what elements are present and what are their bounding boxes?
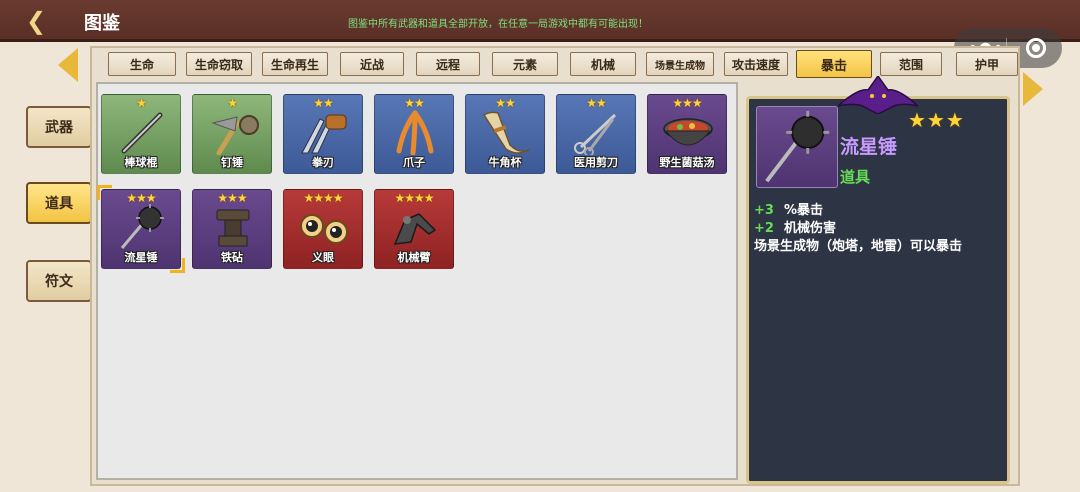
claw-icon xyxy=(396,110,434,155)
stat-value: +2 xyxy=(754,221,774,236)
page-title: 图鉴 xyxy=(84,13,120,34)
item-name: 棒球棍 xyxy=(124,156,158,169)
rarity-stars: ★ xyxy=(227,96,238,110)
item-card[interactable]: ★★ 爪子 xyxy=(374,94,454,174)
rarity-stars: ★ xyxy=(136,96,147,110)
meteor-hammer-icon xyxy=(120,204,164,249)
item-name: 铁砧 xyxy=(221,251,243,264)
item-card[interactable]: ★★ 牛角杯 xyxy=(465,94,545,174)
item-card[interactable]: ★★★★ 义眼 xyxy=(283,189,363,269)
item-card[interactable]: ★★★ 铁砧 xyxy=(192,189,272,269)
stat-text: %暴击 xyxy=(783,203,823,218)
tab-range[interactable]: 范围 xyxy=(880,52,942,76)
notice-text: 图鉴中所有武器和道具全部开放，在任意一局游戏中都有可能出现！ xyxy=(348,19,648,30)
prosthetic-eye-icon xyxy=(300,214,348,244)
item-name: 牛角杯 xyxy=(488,156,522,169)
side-tab-runes[interactable]: 符文 xyxy=(26,260,92,302)
item-card[interactable]: ★★ 医用剪刀 xyxy=(556,94,636,174)
detail-item-image xyxy=(756,106,838,188)
tab-ranged[interactable]: 远程 xyxy=(416,52,480,76)
item-card[interactable]: ★★★★ 机械臂 xyxy=(374,189,454,269)
item-name: 爪子 xyxy=(403,156,425,169)
back-arrow-icon[interactable]: ❮ xyxy=(26,8,52,34)
item-card[interactable]: ★★★ 野生菌菇汤 xyxy=(647,94,727,174)
stat-line: +3 %暴击 xyxy=(754,199,823,218)
stat-line: +2 机械伤害 xyxy=(754,217,836,236)
demon-crest-icon xyxy=(838,76,918,114)
mushroom-soup-icon xyxy=(663,118,713,146)
tab-armor[interactable]: 护甲 xyxy=(956,52,1018,76)
rarity-stars: ★★ xyxy=(404,96,425,110)
detail-item-type: 道具 xyxy=(840,168,871,186)
detail-item-name: 流星锤 xyxy=(840,136,898,158)
meteor-hammer-icon xyxy=(765,110,830,183)
rarity-stars: ★★★ xyxy=(217,191,247,205)
item-name: 义眼 xyxy=(312,251,334,264)
item-name: 医用剪刀 xyxy=(574,156,618,169)
baseball-bat-icon xyxy=(121,112,163,154)
item-card[interactable]: ★★ 拳刃 xyxy=(283,94,363,174)
horn-cup-icon xyxy=(482,111,531,154)
tab-mechanical[interactable]: 机械 xyxy=(570,52,636,76)
detail-description: 场景生成物（炮塔，地雷）可以暴击 xyxy=(754,239,963,254)
mace-hammer-icon xyxy=(211,115,259,155)
tab-regen[interactable]: 生命再生 xyxy=(262,52,328,76)
rarity-stars: ★★★ xyxy=(126,191,156,205)
tab-element[interactable]: 元素 xyxy=(492,52,558,76)
anvil-icon xyxy=(216,209,250,247)
rarity-stars: ★★ xyxy=(495,96,516,110)
item-name: 钉锤 xyxy=(221,156,243,169)
item-name: 野生菌菇汤 xyxy=(659,156,715,169)
rarity-stars: ★★★ xyxy=(672,96,702,110)
tab-spawns[interactable]: 场景生成物 xyxy=(646,52,714,76)
side-tab-items[interactable]: 道具 xyxy=(26,182,92,224)
item-name: 机械臂 xyxy=(397,251,431,264)
item-name: 拳刃 xyxy=(312,156,334,169)
tab-crit[interactable]: 暴击 xyxy=(796,50,872,78)
tab-attack-speed[interactable]: 攻击速度 xyxy=(724,52,788,76)
top-bar: ❮ 图鉴 图鉴中所有武器和道具全部开放，在任意一局游戏中都有可能出现！ xyxy=(0,0,1080,42)
scissors-icon xyxy=(574,113,617,155)
tab-life[interactable]: 生命 xyxy=(108,52,176,76)
rarity-stars: ★★ xyxy=(586,96,607,110)
tab-lifesteal[interactable]: 生命窃取 xyxy=(186,52,252,76)
item-card[interactable]: ★ 棒球棍 xyxy=(101,94,181,174)
tab-melee[interactable]: 近战 xyxy=(340,52,404,76)
rarity-stars: ★★★★ xyxy=(303,191,343,205)
item-card[interactable]: ★ 钉锤 xyxy=(192,94,272,174)
stat-value: +3 xyxy=(754,203,774,218)
rarity-stars: ★★★★ xyxy=(394,191,434,205)
side-tab-weapons[interactable]: 武器 xyxy=(26,106,92,148)
detail-rarity-stars: ★★★ xyxy=(908,108,965,132)
next-category-arrow-icon[interactable] xyxy=(1023,72,1043,106)
prev-category-arrow-icon[interactable] xyxy=(58,48,78,82)
fist-blade-icon xyxy=(301,114,347,154)
target-ring-icon[interactable] xyxy=(1026,38,1046,58)
stat-text: 机械伤害 xyxy=(783,221,836,236)
rarity-stars: ★★ xyxy=(313,96,334,110)
mechanical-arm-icon xyxy=(393,213,437,245)
item-name: 流星锤 xyxy=(124,251,158,264)
item-card-selected[interactable]: ★★★ 流星锤 xyxy=(97,185,185,273)
